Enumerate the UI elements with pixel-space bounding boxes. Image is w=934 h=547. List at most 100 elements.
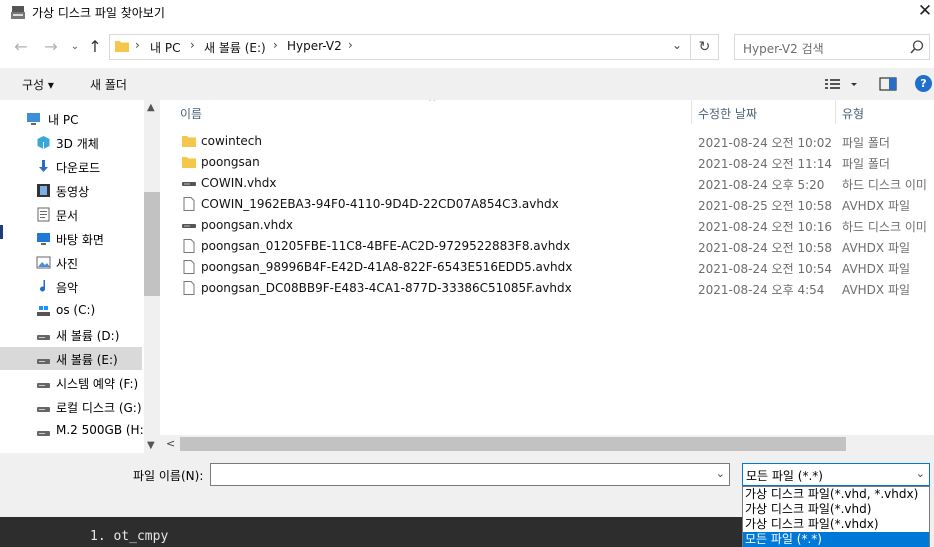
scroll-thumb[interactable] [180,437,846,451]
view-options-icon[interactable] [824,75,860,93]
sidebar-item-label: 3D 개체 [56,137,99,151]
file-type: AVHDX 파일 [842,199,911,213]
forward-arrow-icon[interactable]: → [40,36,62,58]
column-header-type[interactable]: 유형 [842,105,864,122]
file-row[interactable]: poongsan_01205FBE-11C8-4BFE-AC2D-9729522… [178,236,934,257]
drive-icon [37,335,50,340]
sidebar-item[interactable]: 음악 [0,275,142,298]
file-row[interactable]: COWIN_1962EBA3-94F0-4110-9D4D-22CD07A854… [178,194,934,215]
file-icon [183,239,195,253]
refresh-icon[interactable]: ↻ [690,35,718,59]
sidebar-scrollbar[interactable]: ▲ ▼ [144,100,160,453]
chevron-right-icon[interactable]: › [135,38,140,52]
sidebar-item[interactable]: 로컬 디스크 (G:) [0,395,142,418]
sidebar-item[interactable]: 문서 [0,203,142,226]
file-type: 하드 디스크 이미 [842,220,927,234]
pc-icon [27,113,40,125]
file-type: AVHDX 파일 [842,262,911,276]
sort-ascending-icon: ^ [428,100,437,108]
file-name: cowintech [201,134,262,148]
breadcrumb-hyper-v2[interactable]: Hyper-V2 [287,39,342,53]
sidebar-item[interactable]: 시스템 예약 (F:) [0,371,142,394]
column-header-name[interactable]: 이름 [180,105,202,122]
file-row[interactable]: poongsan_98996B4F-E42D-41A8-822F-6543E51… [178,257,934,278]
chevron-down-icon[interactable]: ⌄ [916,467,925,480]
sidebar-item-label: 바탕 화면 [56,233,104,247]
back-arrow-icon[interactable]: ← [10,36,32,58]
chevron-down-icon[interactable]: ⌄ [716,467,725,480]
scroll-down-icon[interactable]: ▼ [147,440,155,451]
sidebar-item[interactable]: 내 PC [0,107,142,130]
file-icon [183,197,195,211]
file-name: poongsan_98996B4F-E42D-41A8-822F-6543E51… [201,260,573,274]
file-row[interactable]: poongsan_DC08BB9F-E483-4CA1-877D-33386C5… [178,278,934,299]
navigation-pane: 내 PC 3D 개체다운로드 동영상문서바탕 화면사진음악 os (C:) 새 볼륨 (… [0,100,160,453]
breadcrumb-my-pc[interactable]: 내 PC [150,39,180,56]
file-name-label: 파일 이름(N): [133,469,204,483]
file-type-option[interactable]: 가상 디스크 파일(*.vhd, *.vhdx) [743,487,929,502]
sidebar-item[interactable]: M.2 500GB (H:) [0,419,148,442]
disk-image-icon [182,224,196,228]
file-row[interactable]: COWIN.vhdx 2021-08-24 오후 5:20 하드 디스크 이미 [178,173,934,194]
preview-pane-icon[interactable] [879,75,897,93]
help-icon[interactable]: ? [915,75,932,92]
folder-icon [182,136,196,147]
column-header-date[interactable]: 수정한 날짜 [698,105,757,122]
3d-objects-icon [37,136,50,149]
search-input[interactable]: Hyper-V2 검색 [734,34,930,60]
sidebar-item[interactable]: 사진 [0,251,142,274]
document-icon [37,207,50,222]
file-type-option-selected[interactable]: 모든 파일 (*.*) [743,532,929,547]
video-icon [37,184,50,197]
file-type-option[interactable]: 가상 디스크 파일(*.vhd) [743,502,929,517]
window-title: 가상 디스크 파일 찾아보기 [32,6,165,20]
scroll-up-icon[interactable]: ▲ [147,102,155,113]
sidebar-item-label: 사진 [56,257,79,271]
file-type: 파일 폴더 [842,157,890,171]
file-name: COWIN_1962EBA3-94F0-4110-9D4D-22CD07A854… [201,197,559,211]
file-type: AVHDX 파일 [842,241,911,255]
file-type: AVHDX 파일 [842,283,911,297]
scroll-thumb[interactable] [144,192,160,296]
sidebar-item[interactable]: 새 볼륨 (D:) [0,323,142,346]
file-type-selected: 모든 파일 (*.*) [746,469,823,483]
recent-dropdown-icon[interactable]: ⌄ [64,36,86,58]
sidebar-item-label: 새 볼륨 (D:) [56,329,120,343]
chevron-right-icon[interactable]: › [273,38,278,52]
horizontal-scrollbar[interactable]: < [160,435,934,453]
breadcrumb-volume-e[interactable]: 새 볼륨 (E:) [204,39,266,56]
search-icon[interactable] [909,39,925,55]
title-bar: 가상 디스크 파일 찾아보기 ✕ [0,0,934,26]
file-type-option[interactable]: 가상 디스크 파일(*.vhdx) [743,517,929,532]
file-row[interactable]: cowintech 2021-08-24 오전 10:02 파일 폴더 [178,131,934,152]
file-row[interactable]: poongsan 2021-08-24 오전 11:14 파일 폴더 [178,152,934,173]
sidebar-item-label: 로컬 디스크 (G:) [56,401,142,415]
chevron-right-icon[interactable]: › [190,38,195,52]
scroll-left-icon[interactable]: < [166,437,175,450]
sidebar-item[interactable]: 다운로드 [0,155,142,178]
desktop-icon [37,233,50,245]
sidebar-item[interactable]: os (C:) [0,299,142,322]
file-date: 2021-08-24 오전 10:02 [698,136,833,150]
sidebar-item-label: 문서 [56,209,79,223]
download-icon [39,160,48,172]
file-date: 2021-08-24 오전 10:54 [698,262,833,276]
file-row[interactable]: poongsan.vhdx 2021-08-24 오전 10:16 하드 디스크 이… [178,215,934,236]
file-name-input[interactable]: ⌄ [210,463,730,486]
new-folder-button[interactable]: 새 폴더 [90,76,127,93]
drive-icon [37,407,50,412]
file-type: 하드 디스크 이미 [842,178,927,192]
chevron-right-icon[interactable]: › [348,38,353,52]
sidebar-item[interactable]: 3D 개체 [0,131,142,154]
address-bar[interactable]: › 내 PC › 새 볼륨 (E:) › Hyper-V2 › ⌄ ↻ [109,34,719,60]
sidebar-item[interactable]: 새 볼륨 (E:) [0,347,142,370]
sidebar-item[interactable]: 바탕 화면 [0,227,142,250]
sidebar-item[interactable]: 동영상 [0,179,142,202]
drive-icon [37,359,50,364]
up-arrow-icon[interactable]: ↑ [84,36,106,58]
organize-button[interactable]: 구성 ▾ [22,76,54,93]
file-type-select[interactable]: 모든 파일 (*.*) ⌄ [742,463,930,486]
chevron-down-icon[interactable]: ⌄ [672,38,682,52]
close-icon[interactable]: ✕ [916,0,934,24]
pictures-icon [36,256,51,269]
